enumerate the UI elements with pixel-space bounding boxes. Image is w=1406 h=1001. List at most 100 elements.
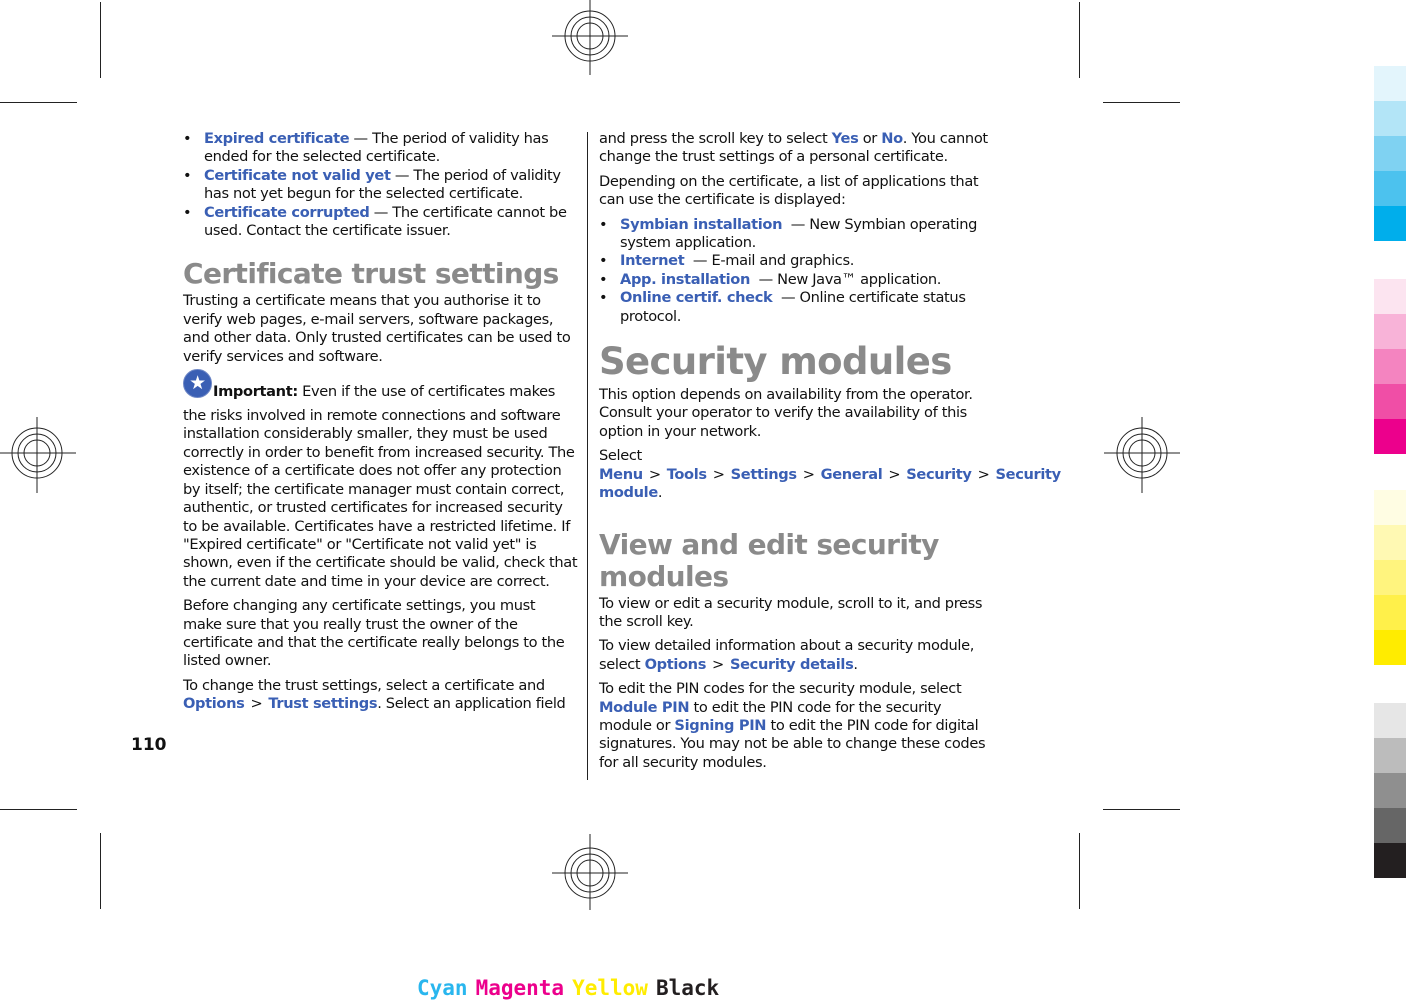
- crop-mark: [100, 2, 101, 78]
- color-swatch: [1374, 314, 1406, 349]
- path-separator: >: [250, 695, 263, 713]
- list-item: Online certif. check — Online certificat…: [599, 289, 995, 326]
- color-swatch: [1374, 703, 1406, 738]
- text: To edit the PIN codes for the security m…: [599, 680, 962, 698]
- registration-mark-top: [552, 0, 628, 75]
- term-expired-certificate: Expired certificate: [204, 130, 350, 147]
- color-swatch: [1374, 560, 1406, 595]
- registration-mark-right: [1104, 417, 1180, 493]
- star-icon: ★: [183, 369, 212, 399]
- edit-pin-paragraph: To edit the PIN codes for the security m…: [599, 680, 995, 772]
- change-trust-paragraph: To change the trust settings, select a c…: [183, 677, 578, 714]
- color-swatch: [1374, 136, 1406, 171]
- color-swatch: [1374, 595, 1406, 630]
- color-swatch: [1374, 206, 1406, 241]
- right-column: and press the scroll key to select Yes o…: [599, 130, 1061, 778]
- path-separator: >: [888, 465, 901, 483]
- color-swatch: [1374, 171, 1406, 206]
- security-details-link[interactable]: Security details: [730, 656, 854, 673]
- list-item: Internet — E-mail and graphics.: [599, 252, 995, 271]
- term-description: — New Java™ application.: [750, 270, 942, 288]
- term-certificate-corrupted: Certificate corrupted: [204, 203, 370, 221]
- term-symbian-installation: Symbian installation: [620, 215, 783, 233]
- view-details-paragraph: To view detailed information about a sec…: [599, 637, 995, 674]
- term-description: — E-mail and graphics.: [684, 252, 854, 270]
- trust-settings-link[interactable]: Trust settings: [268, 695, 377, 712]
- application-list: Symbian installation — New Symbian opera…: [599, 216, 995, 326]
- cyan-label: Cyan: [417, 976, 468, 1000]
- color-swatch: [1374, 279, 1406, 314]
- color-swatch: [1374, 525, 1406, 560]
- important-label: Important:: [213, 383, 298, 401]
- options-link[interactable]: Options: [183, 695, 245, 712]
- list-item: Symbian installation — New Symbian opera…: [599, 216, 995, 253]
- continuation-paragraph: and press the scroll key to select Yes o…: [599, 130, 995, 167]
- path-separator: >: [712, 655, 724, 673]
- color-swatch: [1374, 773, 1406, 808]
- color-swatch: [1374, 630, 1406, 665]
- color-swatch: [1374, 101, 1406, 136]
- general-link[interactable]: General: [821, 466, 883, 483]
- settings-link[interactable]: Settings: [731, 466, 797, 483]
- black-label: Black: [655, 976, 720, 1000]
- list-item: Certificate not valid yet — The period o…: [183, 167, 578, 204]
- no-option[interactable]: No: [881, 130, 903, 147]
- text: and press the scroll key to select: [599, 130, 832, 147]
- crop-mark: [1079, 2, 1080, 78]
- color-swatch: [1374, 419, 1406, 454]
- color-swatch: [1374, 738, 1406, 773]
- trust-intro-paragraph: Trusting a certificate means that you au…: [183, 292, 571, 365]
- crop-mark: [1079, 833, 1080, 909]
- heading-security-modules: Security modules: [599, 340, 952, 384]
- column-divider: [587, 132, 588, 780]
- term-internet: Internet: [620, 252, 685, 270]
- text: .: [657, 484, 663, 502]
- path-separator: >: [802, 465, 815, 483]
- text: To change the trust settings, select a c…: [183, 676, 545, 694]
- text: Select: [599, 447, 642, 465]
- text: . Select an application field: [377, 695, 566, 713]
- path-separator: >: [977, 465, 990, 483]
- module-pin-link[interactable]: Module PIN: [599, 699, 690, 716]
- yes-option[interactable]: Yes: [832, 130, 859, 147]
- important-text: Even if the use of certificates makes th…: [183, 383, 578, 590]
- important-note: ★ Important: Even if the use of certifica…: [183, 369, 578, 591]
- heading-view-edit-security-modules: View and edit security modules: [599, 527, 939, 593]
- cmyk-labels: Cyan Magenta Yellow Black: [417, 976, 727, 1000]
- color-swatch: [1374, 808, 1406, 843]
- term-certificate-not-valid-yet: Certificate not valid yet: [204, 166, 391, 184]
- crop-mark: [1103, 809, 1180, 810]
- crop-mark: [0, 809, 77, 810]
- heading-certificate-trust-settings: Certificate trust settings: [183, 257, 559, 291]
- left-column: Expired certificate — The period of vali…: [183, 130, 578, 720]
- color-swatch: [1374, 490, 1406, 525]
- yellow-label: Yellow: [572, 976, 648, 1000]
- registration-mark-bottom: [552, 834, 628, 910]
- list-item: Expired certificate — The period of vali…: [183, 130, 578, 167]
- before-changing-paragraph: Before changing any certificate settings…: [183, 597, 565, 670]
- text: .: [853, 655, 858, 673]
- path-separator: >: [712, 465, 725, 483]
- tools-link[interactable]: Tools: [667, 466, 707, 483]
- crop-mark: [0, 102, 77, 103]
- registration-mark-left: [0, 417, 76, 493]
- crop-mark: [100, 833, 101, 909]
- color-swatch: [1374, 349, 1406, 384]
- text: or: [858, 130, 882, 147]
- security-link[interactable]: Security: [906, 466, 972, 483]
- select-path-paragraph: Select Menu > Tools > Settings > General > Secur…: [599, 447, 1061, 502]
- signing-pin-link[interactable]: Signing PIN: [674, 717, 766, 734]
- menu-link[interactable]: Menu: [599, 466, 643, 483]
- options-link[interactable]: Options: [645, 656, 707, 673]
- depending-paragraph: Depending on the certificate, a list of …: [599, 172, 979, 209]
- term-app-installation: App. installation: [620, 270, 751, 288]
- view-edit-paragraph: To view or edit a security module, scrol…: [599, 594, 983, 630]
- color-swatch: [1374, 843, 1406, 878]
- crop-mark: [1103, 102, 1180, 103]
- color-swatch: [1374, 384, 1406, 419]
- color-swatch: [1374, 66, 1406, 101]
- list-item: App. installation — New Java™ applicatio…: [599, 270, 995, 290]
- certificate-status-list: Expired certificate — The period of vali…: [183, 130, 578, 240]
- term-online-certif-check: Online certif. check: [620, 289, 773, 307]
- path-separator: >: [648, 465, 661, 483]
